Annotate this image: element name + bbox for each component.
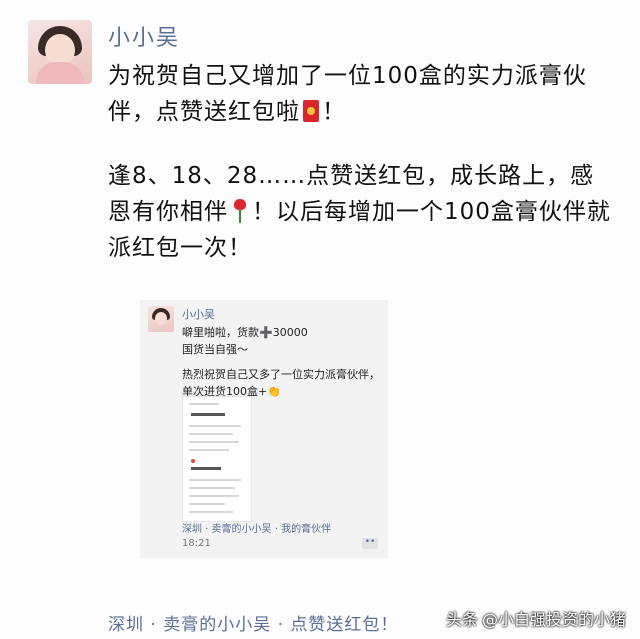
receipt-amount (191, 413, 225, 416)
embedded-text-1: 噼里啪啦，货款➕30000 国货当自强～ (182, 324, 382, 358)
avatar-face (155, 312, 167, 325)
avatar-body (36, 62, 84, 84)
embedded-screenshot[interactable]: 小小吴 噼里啪啦，货款➕30000 国货当自强～ 热烈祝贺自己又多了一位实力派膏… (140, 300, 388, 558)
watermark-prefix: 头条 (445, 610, 478, 629)
receipt-line (189, 495, 239, 497)
embedded-line: 国货当自强～ (182, 343, 248, 356)
watermark-text: @小白强投资的小猪 (481, 610, 626, 629)
post-text: 为祝贺自己又增加了一位100盒的实力派膏伙伴，点赞送红包啦 (108, 63, 587, 125)
source-watermark: 头条 @小白强投资的小猪 (446, 606, 626, 630)
embedded-location[interactable]: 深圳 · 卖膏的小小吴 · 我的膏伙伴 (182, 520, 331, 535)
post-paragraph-2: 逢8、18、28……点赞送红包，成长路上，感恩有你相伴 ！以后每增加一个100盒膏… (108, 158, 618, 266)
receipt-amount (191, 467, 221, 470)
moments-post: 小小吴 为祝贺自己又增加了一位100盒的实力派膏伙伴，点赞送红包啦！ 逢8、18… (0, 0, 640, 639)
receipt-line (189, 403, 219, 405)
embedded-receipt-image (182, 396, 252, 522)
receipt-line (189, 433, 233, 435)
receipt-line (189, 449, 229, 451)
embedded-author-name: 小小吴 (182, 308, 215, 321)
rose-icon (231, 199, 249, 223)
receipt-line (189, 503, 225, 505)
receipt-line (189, 441, 239, 443)
embedded-line: 噼里啪啦，货款➕30000 (182, 326, 308, 339)
post-paragraph-1: 为祝贺自己又增加了一位100盒的实力派膏伙伴，点赞送红包啦！ (108, 58, 618, 130)
embedded-timestamp: 18:21 (182, 538, 211, 549)
receipt-line (189, 479, 241, 481)
post-location[interactable]: 深圳 · 卖膏的小小吴 · 点赞送红包！ (108, 610, 398, 635)
receipt-line (189, 487, 235, 489)
embedded-text-2: 热烈祝贺自己又多了一位实力派膏伙伴，单次进货100盒+👏 (182, 368, 380, 398)
receipt-dot (191, 459, 195, 463)
receipt-line (189, 425, 241, 427)
receipt-line (189, 511, 233, 513)
embedded-more-button[interactable]: •• (362, 538, 378, 549)
red-envelope-icon (303, 100, 319, 122)
author-name[interactable]: 小小吴 (108, 20, 180, 52)
post-text: ！ (322, 99, 346, 125)
author-avatar[interactable] (28, 20, 92, 84)
embedded-avatar (148, 306, 174, 332)
